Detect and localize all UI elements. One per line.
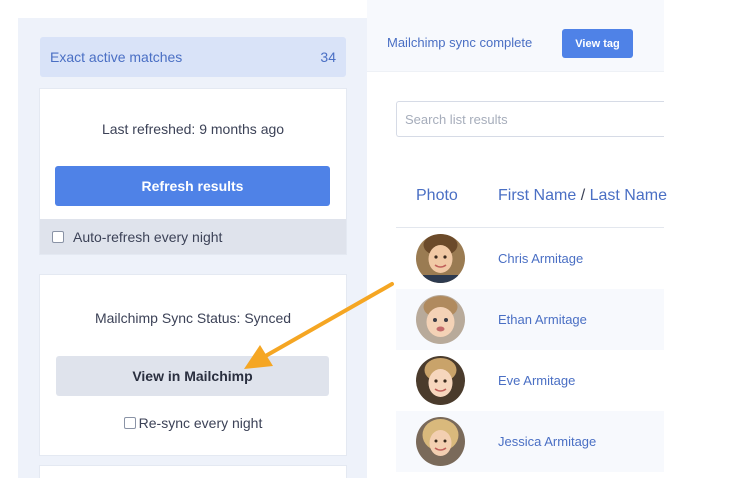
exact-matches-row[interactable]: Exact active matches 34: [40, 37, 346, 77]
table-row[interactable]: Eve Armitage: [396, 350, 664, 411]
refresh-results-button[interactable]: Refresh results: [55, 166, 330, 206]
last-refreshed-text: Last refreshed: 9 months ago: [101, 121, 285, 137]
sync-complete-message: Mailchimp sync complete: [387, 35, 533, 50]
auto-refresh-row[interactable]: Auto-refresh every night: [40, 219, 346, 254]
column-header-name: First Name / Last Name: [498, 187, 667, 205]
row-name[interactable]: Ethan Armitage: [498, 312, 587, 327]
sync-banner: Mailchimp sync complete View tag: [367, 0, 664, 72]
row-name[interactable]: Chris Armitage: [498, 251, 583, 266]
column-header-separator: /: [580, 187, 586, 204]
resync-checkbox[interactable]: [123, 417, 136, 429]
row-name[interactable]: Eve Armitage: [498, 373, 575, 388]
avatar[interactable]: [416, 295, 465, 344]
row-name[interactable]: Jessica Armitage: [498, 434, 596, 449]
table-row[interactable]: Jessica Armitage: [396, 411, 664, 472]
view-tag-button[interactable]: View tag: [562, 29, 633, 58]
avatar[interactable]: [416, 417, 465, 466]
avatar[interactable]: [416, 356, 465, 405]
resync-row[interactable]: Re-sync every night: [40, 415, 346, 431]
avatar[interactable]: [416, 234, 465, 283]
refresh-card: Last refreshed: 9 months ago Refresh res…: [40, 89, 346, 254]
exact-matches-label: Exact active matches: [50, 49, 183, 65]
left-panel: Exact active matches 34 Last refreshed: …: [18, 18, 367, 478]
auto-refresh-checkbox[interactable]: [52, 230, 64, 243]
table-row[interactable]: Ethan Armitage: [396, 289, 664, 350]
view-in-mailchimp-button[interactable]: View in Mailchimp: [56, 356, 329, 396]
mailchimp-sync-card: Mailchimp Sync Status: Synced View in Ma…: [40, 275, 346, 455]
resync-label: Re-sync every night: [138, 415, 263, 431]
column-header-photo[interactable]: Photo: [416, 187, 458, 205]
sync-status-text: Mailchimp Sync Status: Synced: [94, 310, 292, 326]
next-card: [40, 466, 346, 478]
column-header-first-name[interactable]: First Name: [498, 187, 576, 204]
search-list-input[interactable]: [396, 101, 664, 137]
table-row[interactable]: Chris Armitage: [396, 228, 664, 289]
exact-matches-count: 34: [320, 49, 336, 65]
auto-refresh-label: Auto-refresh every night: [73, 228, 223, 245]
column-header-last-name[interactable]: Last Name: [590, 187, 667, 204]
